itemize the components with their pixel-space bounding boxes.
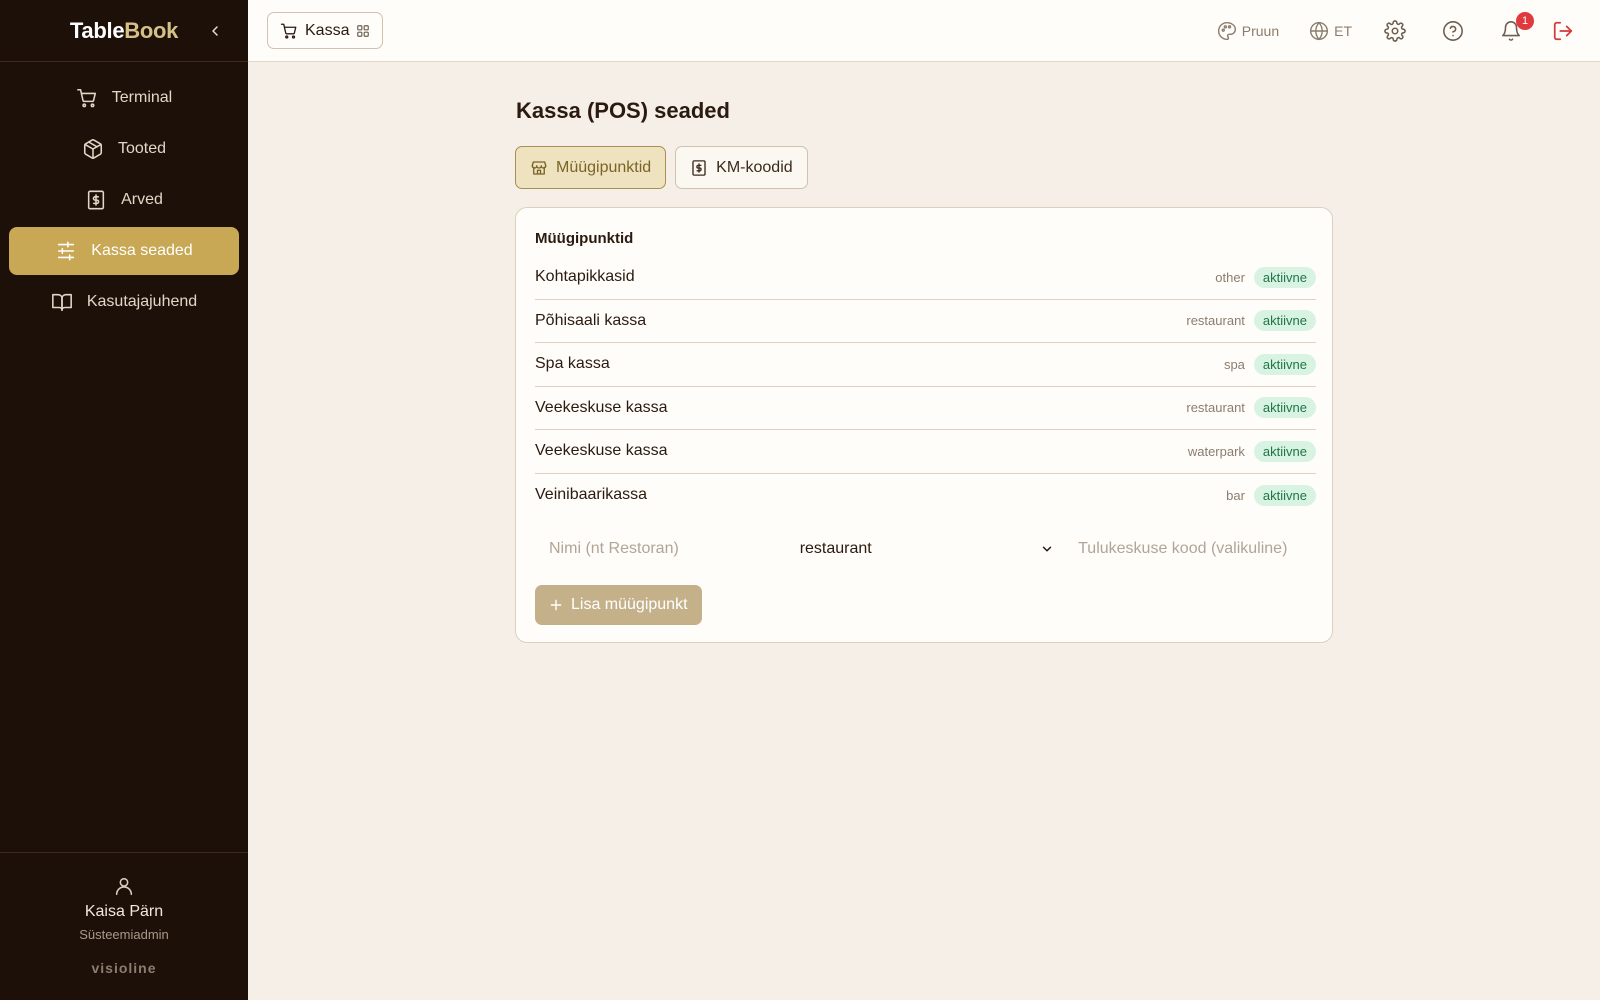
list-item[interactable]: Põhisaali kassa restaurant aktiivne	[535, 300, 1316, 343]
sidebar-nav: Terminal Tooted Arved Kassa seaded Kasut…	[0, 62, 248, 326]
user-role: Süsteemiadmin	[79, 927, 169, 942]
pos-name: Veinibaarikassa	[535, 486, 648, 504]
sidebar-item-kassa-seaded[interactable]: Kassa seaded	[9, 227, 239, 275]
invoice-icon	[692, 159, 706, 176]
pos-name: Spa kassa	[535, 355, 610, 373]
add-pos-label: Lisa müügipunkt	[571, 596, 688, 613]
list-item[interactable]: Spa kassa spa aktiivne	[535, 343, 1316, 387]
notifications-button[interactable]: 1	[1500, 12, 1534, 42]
vendor-logo: visioline	[91, 960, 157, 976]
globe-icon	[1310, 21, 1329, 41]
pos-name: Veekeskuse kassa	[535, 442, 668, 460]
sidebar-item-label: Terminal	[111, 89, 173, 106]
pos-type-selected: restaurant	[799, 540, 872, 557]
tab-label: KM-koodid	[716, 158, 793, 176]
status-badge: aktiivne	[1253, 310, 1316, 332]
status-badge: aktiivne	[1253, 353, 1316, 375]
settings-tabs: Müügipunktid KM-koodid	[515, 146, 808, 189]
help-button[interactable]	[1442, 20, 1464, 42]
user-name[interactable]: Kaisa Pärn	[85, 903, 163, 921]
pos-type: other	[1215, 269, 1245, 285]
theme-switcher[interactable]: Pruun	[1217, 21, 1279, 41]
box-icon	[83, 139, 102, 159]
sidebar-item-label: Arved	[121, 191, 163, 208]
card-title: Müügipunktid	[535, 230, 634, 247]
sidebar-item-kasutajajuhend[interactable]: Kasutajajuhend	[9, 278, 239, 326]
pos-type: restaurant	[1186, 400, 1245, 416]
pos-name: Põhisaali kassa	[535, 311, 647, 329]
sidebar-item-arved[interactable]: Arved	[9, 176, 239, 224]
status-badge: aktiivne	[1253, 266, 1316, 288]
language-label: ET	[1334, 23, 1352, 39]
book-icon	[51, 293, 72, 312]
add-pos-button[interactable]: Lisa müügipunkt	[535, 585, 702, 625]
invoice-icon	[87, 190, 105, 210]
sidebar-item-label: Kassa seaded	[91, 242, 193, 259]
module-label: Kassa	[305, 21, 350, 39]
sidebar-item-terminal[interactable]: Terminal	[9, 74, 239, 122]
module-switcher-button[interactable]: Kassa	[267, 12, 384, 49]
sidebar-footer: Kaisa Pärn Süsteemiadmin visioline	[0, 852, 248, 1000]
brand-row: TableBook	[0, 0, 248, 62]
chevron-left-icon	[212, 26, 218, 36]
status-badge: aktiivne	[1253, 440, 1316, 462]
language-switcher[interactable]: ET	[1309, 21, 1352, 41]
brand-part-2: Book	[124, 17, 179, 43]
tab-label: Müügipunktid	[556, 158, 652, 176]
brand-part-1: Table	[69, 17, 125, 43]
settings-button[interactable]	[1384, 20, 1406, 42]
status-badge: aktiivne	[1253, 484, 1316, 506]
help-icon	[1443, 21, 1463, 41]
collapse-sidebar-button[interactable]	[204, 20, 226, 42]
add-pos-form: restaurant	[535, 530, 1316, 568]
page-title: Kassa (POS) seaded	[516, 98, 730, 123]
points-of-sale-card: Müügipunktid Kohtapikkasid other aktiivn…	[515, 207, 1333, 643]
pos-name-input[interactable]	[535, 530, 800, 568]
chevron-down-icon	[1042, 546, 1052, 552]
sidebar-item-label: Tooted	[117, 140, 167, 157]
tab-muugipunktid[interactable]: Müügipunktid	[515, 146, 667, 189]
logout-icon	[1553, 21, 1573, 41]
pos-type-select[interactable]: restaurant	[800, 530, 1054, 568]
cart-icon	[280, 23, 297, 39]
revenue-center-code-input[interactable]	[1064, 530, 1316, 568]
list-item[interactable]: Veinibaarikassa bar aktiivne	[535, 474, 1316, 518]
top-actions: Pruun ET 1	[1217, 0, 1600, 62]
points-of-sale-list: Kohtapikkasid other aktiivne Põhisaali k…	[535, 256, 1316, 517]
sidebar-item-tooted[interactable]: Tooted	[9, 125, 239, 173]
status-badge: aktiivne	[1253, 397, 1316, 419]
plus-icon	[550, 599, 562, 611]
sliders-icon	[58, 241, 75, 261]
pos-type: restaurant	[1186, 313, 1245, 329]
pos-type: spa	[1223, 356, 1245, 372]
store-icon	[531, 160, 547, 175]
grid-icon	[357, 24, 370, 37]
pos-type: waterpark	[1187, 443, 1245, 459]
list-item[interactable]: Veekeskuse kassa restaurant aktiivne	[535, 387, 1316, 430]
list-item[interactable]: Kohtapikkasid other aktiivne	[535, 256, 1316, 300]
sidebar-item-label: Kasutajajuhend	[86, 293, 198, 310]
pos-type: bar	[1226, 487, 1245, 503]
sidebar: TableBook Terminal Tooted Arved Kassa se…	[0, 0, 248, 1000]
gear-icon	[1384, 20, 1406, 42]
tab-km-koodid[interactable]: KM-koodid	[675, 146, 808, 189]
palette-icon	[1217, 21, 1236, 41]
pos-name: Kohtapikkasid	[535, 268, 635, 286]
user-icon	[115, 877, 133, 896]
logout-button[interactable]	[1552, 20, 1574, 42]
list-item[interactable]: Veekeskuse kassa waterpark aktiivne	[535, 430, 1316, 474]
brand-logo[interactable]: TableBook	[70, 18, 178, 44]
cart-icon	[76, 88, 96, 108]
topbar: Kassa Pruun ET 1	[248, 0, 1600, 62]
theme-label: Pruun	[1241, 23, 1280, 39]
notification-badge: 1	[1516, 12, 1534, 30]
pos-name: Veekeskuse kassa	[535, 398, 668, 416]
